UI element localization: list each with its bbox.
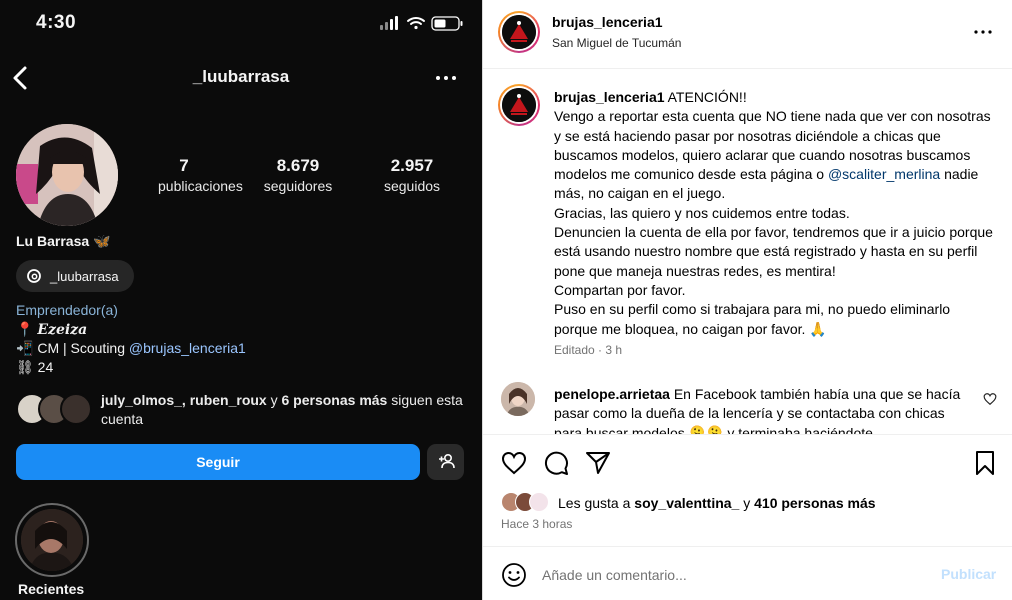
- comment-bubble-icon[interactable]: [543, 450, 569, 476]
- caption-text-2: nadie más, no caigan en el juego. Gracia…: [554, 166, 993, 337]
- commenter-avatar[interactable]: [501, 382, 535, 416]
- post-location[interactable]: San Miguel de Tucumán: [552, 36, 681, 50]
- likes-first-user[interactable]: soy_valenttina_: [634, 495, 739, 511]
- caption-username[interactable]: brujas_lenceria1: [554, 89, 665, 105]
- followed-by-names: july_olmos_, ruben_roux: [101, 392, 267, 408]
- stat-following[interactable]: 2.957 seguidos: [370, 156, 454, 194]
- phone-icon: 📲: [16, 340, 34, 356]
- avatar-photo: [16, 124, 118, 226]
- post-time: Hace 3 horas: [501, 517, 573, 531]
- wifi-icon: [407, 17, 425, 30]
- brand-logo-icon: [502, 88, 536, 122]
- battery-icon: [431, 16, 463, 31]
- threads-icon: [27, 269, 41, 283]
- mutual-followers-avatars[interactable]: [16, 393, 94, 427]
- phone-profile-screenshot: 4:30 _luubarrasa 7 publicaciones 8.679 s…: [0, 0, 482, 600]
- likes-connector: y: [739, 495, 755, 511]
- stat-posts[interactable]: 7 publicaciones: [158, 156, 243, 194]
- edited-timestamp: Editado · 3 h: [554, 343, 623, 357]
- follow-button[interactable]: Seguir: [16, 444, 420, 480]
- comment-divider: [483, 546, 1012, 547]
- status-bar-time: 4:30: [36, 12, 77, 33]
- liker-avatar: [529, 492, 549, 512]
- comment-like-icon[interactable]: [983, 392, 997, 406]
- post-caption: brujas_lenceria1 ATENCIÓN!! Vengo a repo…: [554, 88, 994, 339]
- bookmark-icon[interactable]: [972, 450, 998, 476]
- bio-mention-link[interactable]: @brujas_lenceria1: [129, 340, 246, 356]
- highlight-label: Recientes: [18, 581, 85, 597]
- more-options-icon[interactable]: [434, 66, 458, 90]
- comment: penelope.arrietaa En Facebook también ha…: [554, 385, 964, 435]
- comment-username[interactable]: penelope.arrietaa: [554, 386, 670, 402]
- post-more-options-icon[interactable]: [973, 22, 993, 42]
- mutual-avatar: [60, 393, 92, 425]
- highlight-cover: [21, 509, 83, 571]
- bio-location-text: Ezeiza: [37, 322, 88, 338]
- like-heart-icon[interactable]: [501, 450, 527, 476]
- display-name-text: Lu Barrasa: [16, 233, 90, 249]
- butterfly-icon: 🦋: [93, 233, 111, 249]
- highlight-cover-image: [21, 509, 83, 571]
- likes-prefix: Les gusta a: [558, 495, 635, 511]
- comment-input[interactable]: [542, 565, 922, 585]
- share-send-icon[interactable]: [585, 450, 611, 476]
- threads-badge[interactable]: _luubarrasa: [16, 260, 134, 292]
- publish-button[interactable]: Publicar: [941, 566, 996, 582]
- stat-followers[interactable]: 8.679 seguidores: [254, 156, 342, 194]
- threads-handle: _luubarrasa: [50, 268, 119, 284]
- bio-scouting-text: CM | Scouting: [37, 340, 129, 356]
- caption-author-avatar[interactable]: [498, 84, 540, 126]
- signal-icon: [380, 16, 398, 30]
- add-person-icon: [438, 453, 455, 468]
- followed-by-others: 6 personas más: [281, 392, 388, 408]
- profile-username: _luubarrasa: [192, 67, 290, 86]
- pin-icon: 📍: [16, 321, 34, 337]
- header-divider: [483, 68, 1012, 69]
- bio-age-text: 24: [37, 359, 54, 375]
- bio-line-scouting: 📲 CM | Scouting @brujas_lenceria1: [16, 340, 246, 357]
- post-author-username[interactable]: brujas_lenceria1: [552, 14, 663, 30]
- bio-line-age: ⛓ 24: [16, 359, 53, 376]
- emoji-icon[interactable]: [501, 562, 527, 588]
- display-name: Lu Barrasa 🦋: [16, 233, 110, 250]
- followed-by-text[interactable]: july_olmos_, ruben_roux y 6 personas más…: [101, 391, 471, 429]
- profile-category: Emprendedor(a): [16, 302, 118, 318]
- suggested-accounts-button[interactable]: [427, 444, 464, 480]
- status-bar-icons: [380, 16, 463, 31]
- followed-by-connector: y: [266, 392, 282, 408]
- likes-summary[interactable]: Les gusta a soy_valenttina_ y 410 person…: [558, 495, 876, 511]
- post-panel: brujas_lenceria1 San Miguel de Tucumán b…: [482, 0, 1012, 600]
- caption-mention-link[interactable]: @scaliter_merlina: [828, 166, 940, 182]
- story-highlight[interactable]: [15, 503, 89, 577]
- post-author-avatar[interactable]: [498, 11, 540, 53]
- brand-logo-icon: [502, 15, 536, 49]
- chain-icon: ⛓: [16, 359, 34, 375]
- likes-others[interactable]: 410 personas más: [754, 495, 875, 511]
- commenter-photo: [501, 382, 535, 416]
- likers-avatars[interactable]: [501, 492, 557, 514]
- actions-divider: [483, 434, 1012, 435]
- bio-location: 📍 Ezeiza: [16, 321, 87, 338]
- profile-avatar[interactable]: [16, 124, 118, 226]
